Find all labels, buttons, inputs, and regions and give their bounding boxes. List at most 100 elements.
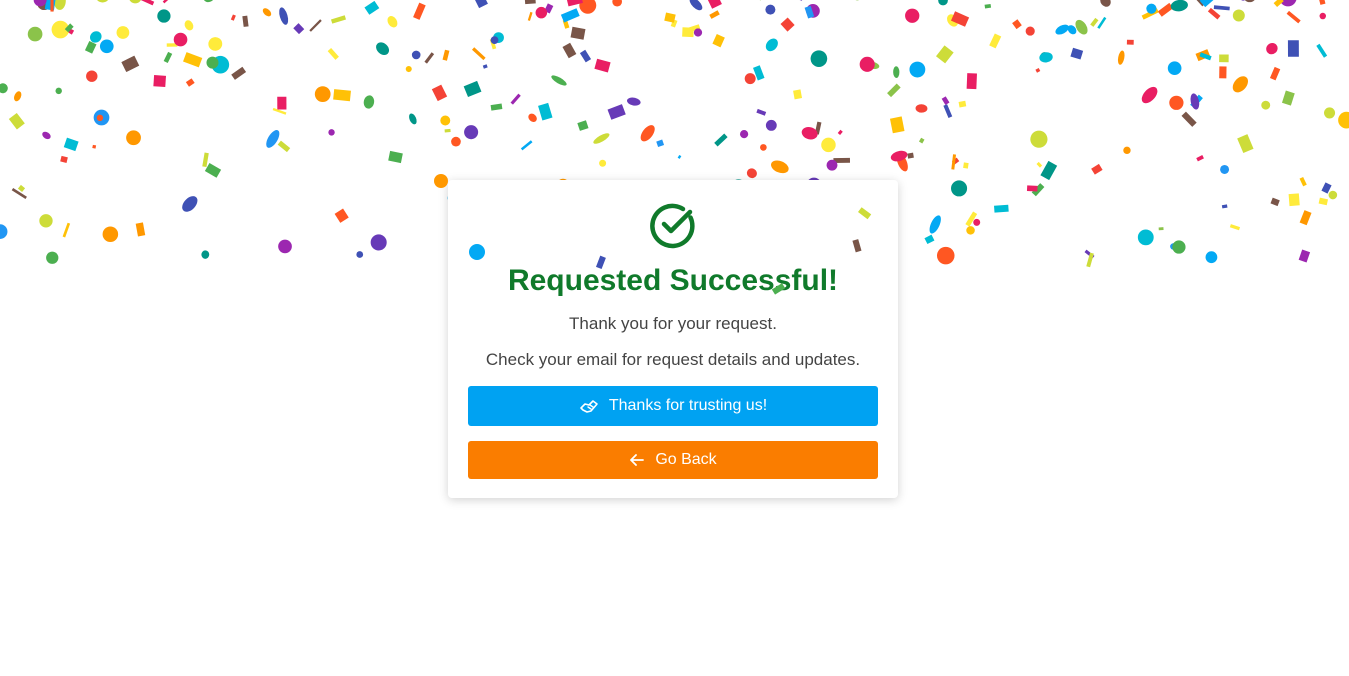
confetti-piece <box>63 137 79 152</box>
confetti-piece <box>528 113 537 122</box>
confetti-piece <box>594 58 611 73</box>
confetti-piece <box>510 93 521 105</box>
confetti-piece <box>896 153 908 172</box>
confetti-piece <box>1190 93 1200 110</box>
thank-you-message: Thank you for your request. <box>569 314 777 333</box>
confetti-piece <box>0 224 8 239</box>
confetti-piece <box>688 24 701 33</box>
confetti-piece <box>272 107 287 115</box>
confetti-piece <box>599 159 607 167</box>
confetti-piece <box>826 159 838 171</box>
confetti-piece <box>1288 193 1300 207</box>
confetti-piece <box>328 129 335 136</box>
confetti-piece <box>364 0 380 15</box>
confetti-piece <box>279 7 289 25</box>
confetti-piece <box>765 38 778 52</box>
confetti-piece <box>1090 17 1099 27</box>
confetti-piece <box>370 234 387 251</box>
confetti-piece <box>1232 76 1248 93</box>
confetti-piece <box>664 12 676 23</box>
confetti-piece <box>1075 19 1088 35</box>
confetti-piece <box>1084 249 1095 259</box>
confetti-piece <box>1219 54 1229 63</box>
confetti-piece <box>707 0 722 9</box>
confetti-piece <box>277 96 287 110</box>
confetti-piece <box>1199 0 1214 8</box>
confetti-piece <box>640 125 655 142</box>
confetti-piece <box>551 75 567 86</box>
confetti-piece <box>1137 229 1154 246</box>
confetti-piece <box>1040 160 1058 181</box>
confetti-piece <box>1299 176 1307 187</box>
confetti-piece <box>1286 10 1301 24</box>
confetti-piece <box>1269 66 1281 81</box>
confetti-piece <box>90 31 102 43</box>
confetti-piece <box>520 140 533 151</box>
confetti-piece <box>356 251 364 258</box>
confetti-piece <box>607 104 626 120</box>
confetti-piece <box>493 32 504 43</box>
confetti-piece <box>535 6 548 19</box>
confetti-piece <box>102 226 119 243</box>
confetti-piece <box>865 61 880 69</box>
confetti-piece <box>1318 197 1328 206</box>
thanks-button[interactable]: Thanks for trusting us! <box>468 386 878 426</box>
confetti-piece <box>135 222 146 237</box>
confetti-piece <box>1324 107 1336 119</box>
confetti-piece <box>37 0 52 11</box>
confetti-piece <box>121 55 140 73</box>
confetti-piece <box>204 163 222 178</box>
confetti-piece <box>183 52 203 68</box>
confetti-piece <box>424 52 435 64</box>
confetti-piece <box>116 26 130 39</box>
confetti-piece <box>11 187 27 200</box>
confetti-piece <box>53 0 66 10</box>
confetti-piece <box>1040 52 1049 61</box>
confetti-piece <box>814 121 822 135</box>
confetti-piece <box>907 152 914 159</box>
confetti-piece <box>527 11 533 21</box>
confetti-piece <box>464 125 479 140</box>
confetti-piece <box>413 2 426 20</box>
confetti-piece <box>950 11 970 27</box>
confetti-piece <box>1141 8 1159 20</box>
confetti-piece <box>1196 155 1204 162</box>
confetti-piece <box>60 155 68 163</box>
confetti-piece <box>1067 25 1077 35</box>
confetti-piece <box>765 4 776 15</box>
confetti-piece <box>182 196 198 212</box>
confetti-piece <box>162 0 176 4</box>
confetti-piece <box>1026 185 1038 192</box>
confetti-piece <box>431 84 448 102</box>
confetti-piece <box>163 51 173 64</box>
confetti-piece <box>1070 47 1084 60</box>
go-back-button[interactable]: Go Back <box>468 441 878 479</box>
confetti-piece <box>330 15 347 24</box>
confetti-piece <box>434 174 448 188</box>
confetti-piece <box>27 26 43 42</box>
confetti-piece <box>1244 0 1255 3</box>
confetti-piece <box>157 9 171 23</box>
email-instructions-message: Check your email for request details and… <box>485 350 861 369</box>
handshake-icon <box>580 400 598 413</box>
confetti-piece <box>1298 249 1311 263</box>
confetti-piece <box>184 20 194 31</box>
confetti-piece <box>1273 0 1284 8</box>
confetti-piece <box>709 10 720 19</box>
confetti-piece <box>1031 183 1045 197</box>
confetti-piece <box>17 184 26 192</box>
confetti-piece <box>1170 243 1177 250</box>
confetti-piece <box>1328 190 1338 200</box>
confetti-piece <box>1199 52 1212 61</box>
confetti-piece <box>92 144 97 149</box>
confetti-piece <box>915 104 928 113</box>
confetti-piece <box>943 104 953 118</box>
confetti-piece <box>97 0 109 3</box>
confetti-piece <box>203 0 215 3</box>
confetti-piece <box>230 14 236 21</box>
confetti-piece <box>231 66 247 80</box>
confetti-piece <box>1170 0 1188 12</box>
confetti-piece <box>1319 12 1327 20</box>
confetti-piece <box>129 0 141 4</box>
confetti-piece <box>50 0 54 12</box>
